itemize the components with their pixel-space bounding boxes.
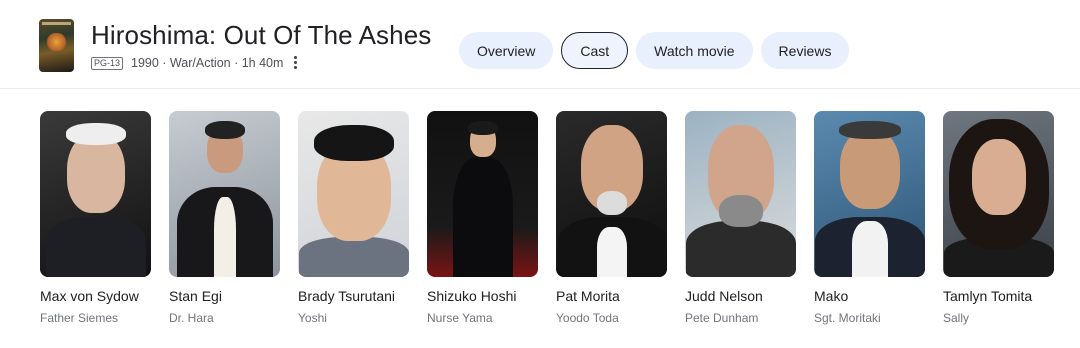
cast-role: Father Siemes (40, 311, 119, 325)
cast-card[interactable]: Tamlyn Tomita Sally (943, 111, 1054, 325)
cast-card[interactable]: Mako Sgt. Moritaki (814, 111, 925, 325)
cast-name[interactable]: Judd Nelson (685, 288, 796, 304)
movie-meta: PG-13 1990 · War/Action · 1h 40m (91, 55, 298, 71)
cast-name[interactable]: Tamlyn Tomita (943, 288, 1054, 304)
cast-role: Sally (943, 311, 970, 325)
cast-role: Sgt. Moritaki (814, 311, 881, 325)
cast-photo[interactable] (169, 111, 280, 277)
cast-card[interactable]: Max von Sydow Father Siemes (40, 111, 151, 325)
cast-role: Pete Dunham (685, 311, 759, 325)
tab-overview[interactable]: Overview (459, 32, 554, 69)
rating-badge: PG-13 (91, 56, 124, 70)
cast-card[interactable]: Shizuko Hoshi Nurse Yama (427, 111, 538, 325)
movie-info: 1990 · War/Action · 1h 40m (131, 56, 284, 70)
cast-photo[interactable] (298, 111, 409, 277)
cast-photo[interactable] (685, 111, 796, 277)
cast-role: Yoshi (298, 311, 327, 325)
divider (0, 88, 1080, 89)
cast-role: Dr. Hara (169, 311, 214, 325)
movie-header: Hiroshima: Out Of The Ashes PG-13 1990 ·… (0, 0, 1080, 88)
cast-name[interactable]: Stan Egi (169, 288, 280, 304)
cast-photo[interactable] (556, 111, 667, 277)
cast-photo[interactable] (814, 111, 925, 277)
tab-cast[interactable]: Cast (561, 32, 629, 69)
cast-card[interactable]: Brady Tsurutani Yoshi (298, 111, 409, 325)
tab-reviews[interactable]: Reviews (760, 32, 850, 69)
tab-bar: Overview Cast Watch movie Reviews (459, 32, 850, 69)
cast-photo[interactable] (943, 111, 1054, 277)
tab-watch-movie[interactable]: Watch movie (636, 32, 753, 69)
cast-role: Yoodo Toda (556, 311, 619, 325)
movie-poster[interactable] (39, 19, 74, 72)
cast-name[interactable]: Shizuko Hoshi (427, 288, 538, 304)
cast-card[interactable]: Judd Nelson Pete Dunham (685, 111, 796, 325)
cast-role: Nurse Yama (427, 311, 493, 325)
movie-title[interactable]: Hiroshima: Out Of The Ashes (91, 19, 431, 51)
cast-name[interactable]: Pat Morita (556, 288, 667, 304)
cast-card[interactable]: Stan Egi Dr. Hara (169, 111, 280, 325)
cast-card[interactable]: Pat Morita Yoodo Toda (556, 111, 667, 325)
cast-photo[interactable] (40, 111, 151, 277)
cast-name[interactable]: Max von Sydow (40, 288, 151, 304)
cast-name[interactable]: Mako (814, 288, 925, 304)
cast-photo[interactable] (427, 111, 538, 277)
more-vert-icon[interactable] (293, 56, 298, 70)
cast-name[interactable]: Brady Tsurutani (298, 288, 409, 304)
